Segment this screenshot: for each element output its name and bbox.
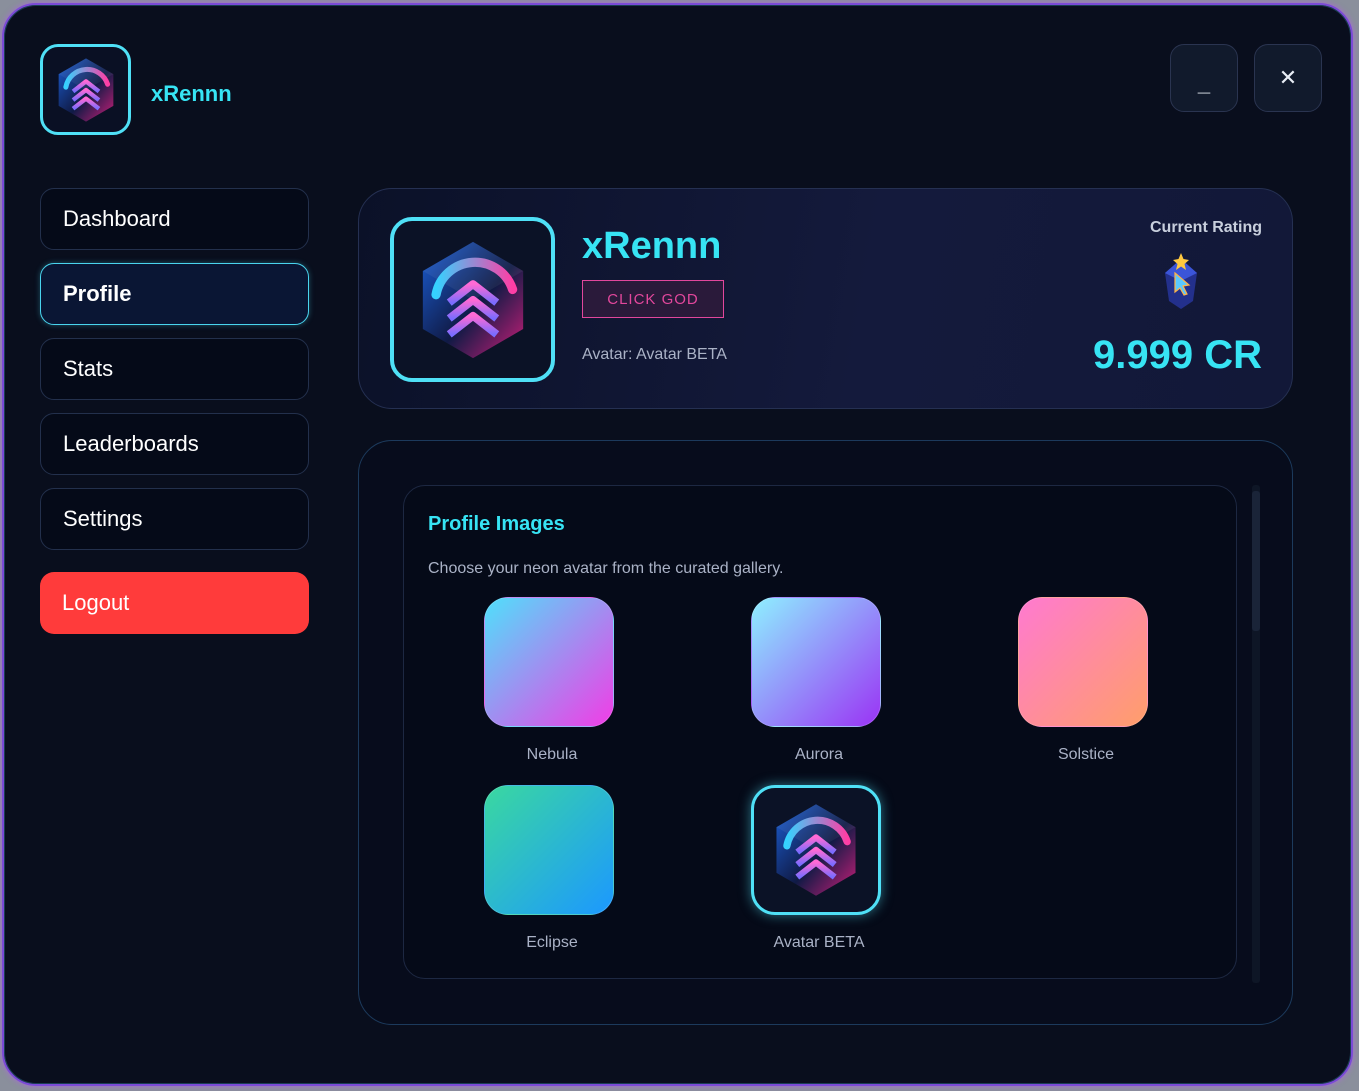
nav-leaderboards-label: Leaderboards [63,431,199,456]
nav-profile[interactable]: Profile [40,263,309,325]
app-logo [40,44,131,135]
avatar-tile-nebula[interactable] [484,597,614,727]
rating-label: Current Rating [1150,219,1262,236]
avatar-label-eclipse: Eclipse [526,934,578,951]
nav-dashboard-label: Dashboard [63,206,171,231]
current-avatar-text: Avatar: Avatar BETA [582,346,727,363]
nav-dashboard[interactable]: Dashboard [40,188,309,250]
nav-profile-label: Profile [63,281,132,306]
logout-button[interactable]: Logout [40,572,309,634]
scrollbar-thumb[interactable] [1252,491,1260,631]
section-description: Choose your neon avatar from the curated… [428,560,784,577]
rating-value: 9.999 CR [1093,333,1262,377]
profile-card: xRennn CLICK GOD Avatar: Avatar BETA Cur… [358,188,1293,409]
app-window: xRennn _ ✕ Dashboard Profile Stats Leade… [2,3,1353,1086]
minimize-icon: _ [1197,71,1211,96]
avatar-tile-beta[interactable] [751,785,881,915]
chevron-hex-avatar-icon [407,234,539,366]
avatar-tile-solstice[interactable] [1018,597,1148,727]
gallery-card: Profile Images Choose your neon avatar f… [358,440,1293,1025]
section-title: Profile Images [428,513,565,535]
gallery-scrollbar[interactable] [1252,485,1260,983]
profile-username: xRennn [582,225,722,267]
profile-images-panel: Profile Images Choose your neon avatar f… [403,485,1237,979]
nav-stats-label: Stats [63,356,114,381]
app-name: xRennn [151,81,232,106]
title-badge: CLICK GOD [582,280,724,318]
nav-leaderboards[interactable]: Leaderboards [40,413,309,475]
chevron-hex-logo-icon [50,54,122,126]
nav-stats[interactable]: Stats [40,338,309,400]
chevron-hex-avatar-icon [764,798,868,902]
profile-avatar [390,217,555,382]
nav-settings[interactable]: Settings [40,488,309,550]
avatar-tile-eclipse[interactable] [484,785,614,915]
close-icon: ✕ [1278,65,1298,90]
avatar-label-solstice: Solstice [1057,746,1115,763]
avatar-label-nebula: Nebula [526,746,578,763]
nav-settings-label: Settings [63,506,143,531]
minimize-button[interactable]: _ [1170,44,1238,112]
logout-label: Logout [62,590,130,615]
avatar-label-beta: Avatar BETA [773,934,865,951]
avatar-label-aurora: Aurora [794,746,844,763]
rank-cursor-icon [1165,253,1197,309]
avatar-tile-aurora[interactable] [751,597,881,727]
close-button[interactable]: ✕ [1254,44,1322,112]
